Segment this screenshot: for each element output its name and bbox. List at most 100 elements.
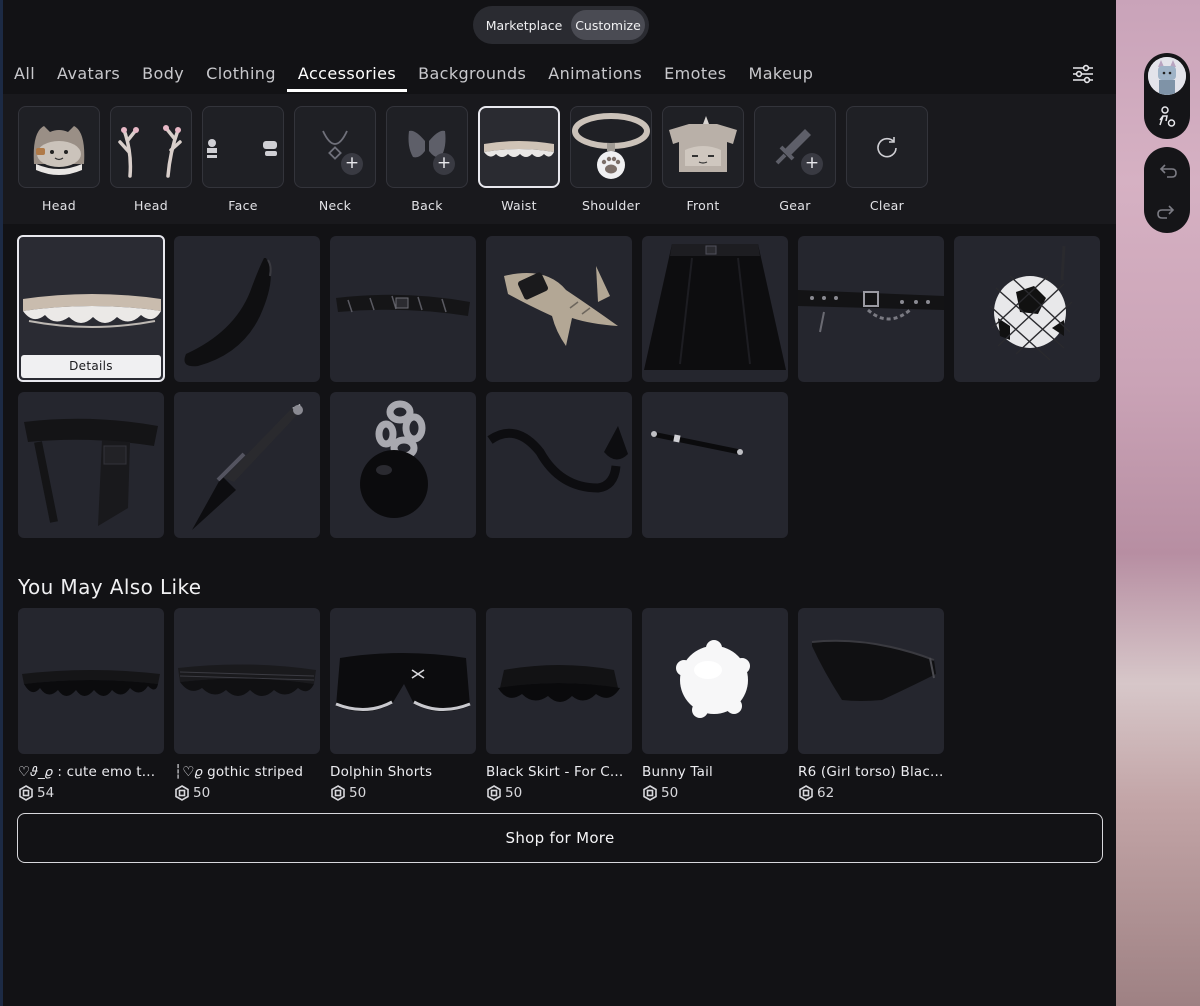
item-thumbnail [174, 608, 320, 754]
tab-body[interactable]: Body [131, 60, 195, 92]
item-thumbnail [642, 608, 788, 754]
price-value: 50 [505, 785, 523, 801]
ruffle-skirt-icon [484, 141, 554, 157]
inventory-item[interactable] [798, 236, 944, 382]
slot-label: Front [686, 198, 720, 213]
recommended-item[interactable]: Bunny Tail 50 [642, 608, 788, 801]
item-thumbnail [487, 426, 628, 493]
recommended-item[interactable]: ┆♡𝜚 gothic striped 50 [174, 608, 320, 801]
add-icon: + [801, 153, 823, 175]
tab-animations[interactable]: Animations [537, 60, 653, 92]
undo-icon[interactable] [1157, 161, 1177, 179]
recommended-item[interactable]: ♡𝜗_𝜚 : cute emo t... 54 [18, 608, 164, 801]
avatar-settings-icon[interactable] [1157, 105, 1177, 129]
tab-all[interactable]: All [14, 60, 46, 92]
section-title-you-may-also-like: You May Also Like [18, 575, 202, 599]
tab-clothing[interactable]: Clothing [195, 60, 287, 92]
price-value: 62 [817, 785, 835, 801]
price-value: 50 [193, 785, 211, 801]
slot-gear[interactable]: + Gear [754, 106, 836, 213]
item-thumbnail [360, 400, 428, 518]
slot-waist[interactable]: Waist [478, 106, 560, 213]
item-thumbnail [336, 294, 470, 316]
antlers-icon [118, 125, 182, 178]
tab-backgrounds[interactable]: Backgrounds [407, 60, 537, 92]
inventory-item[interactable] [954, 236, 1100, 382]
inventory-item[interactable] [330, 392, 476, 538]
item-thumbnail [651, 431, 743, 455]
slot-label: Back [411, 198, 443, 213]
recommended-item[interactable]: Black Skirt - For C... 50 [486, 608, 632, 801]
cat-shirt-icon [669, 116, 737, 172]
add-icon: + [433, 153, 455, 175]
slot-label: Waist [501, 198, 537, 213]
sliders-icon [1073, 64, 1093, 84]
item-price: 54 [18, 785, 164, 801]
slot-label: Face [228, 198, 258, 213]
inventory-item[interactable] [330, 236, 476, 382]
marketplace-button[interactable]: Marketplace [477, 10, 571, 40]
tab-accessories[interactable]: Accessories [286, 60, 408, 92]
item-name: Bunny Tail [642, 764, 713, 780]
robux-icon [175, 785, 189, 801]
clear-button[interactable]: Clear [846, 106, 928, 213]
slot-label: Head [42, 198, 76, 213]
paw-collar-icon [572, 113, 650, 179]
robux-icon [19, 785, 33, 801]
history-controls [1144, 147, 1190, 233]
mode-toggle: Marketplace Customize [473, 6, 649, 44]
inventory-item[interactable] [174, 392, 320, 538]
item-price: 50 [642, 785, 788, 801]
item-thumbnail [18, 608, 164, 754]
inventory-item[interactable] [18, 392, 164, 538]
add-icon: + [341, 153, 363, 175]
slot-head-1[interactable]: Head [18, 106, 100, 213]
item-thumbnail [24, 418, 158, 526]
item-name: ┆♡𝜚 gothic striped [174, 764, 304, 780]
avatar[interactable] [1148, 57, 1186, 95]
tab-makeup[interactable]: Makeup [738, 60, 825, 92]
tab-avatars[interactable]: Avatars [46, 60, 131, 92]
slot-label: Clear [869, 198, 905, 213]
slot-face[interactable]: Face [202, 106, 284, 213]
item-thumbnail [989, 245, 1073, 361]
avatar-controls [1144, 53, 1190, 139]
slot-label: Head [134, 198, 168, 213]
inventory-item[interactable] [642, 236, 788, 382]
slot-head-2[interactable]: Head [110, 106, 192, 213]
filter-button[interactable] [1068, 60, 1098, 88]
item-price: 50 [174, 785, 320, 801]
price-value: 54 [37, 785, 55, 801]
item-name: Dolphin Shorts [330, 764, 433, 780]
item-name: R6 (Girl torso) Blac... [798, 764, 944, 780]
inventory-item[interactable] [486, 392, 632, 538]
slot-front[interactable]: Front [662, 106, 744, 213]
robux-icon [799, 785, 813, 801]
inventory-item[interactable] [174, 236, 320, 382]
details-button[interactable]: Details [21, 355, 161, 378]
inventory-item-ruffle-skirt[interactable]: Details [17, 235, 165, 382]
face-accessory-icon [207, 139, 277, 158]
recommended-item[interactable]: R6 (Girl torso) Blac... 62 [798, 608, 944, 801]
reset-icon [877, 137, 897, 158]
inventory-item[interactable] [642, 392, 788, 538]
recommended-item[interactable]: Dolphin Shorts 50 [330, 608, 476, 801]
slot-shoulder[interactable]: Shoulder [570, 106, 652, 213]
item-thumbnail [184, 258, 272, 367]
inventory-item[interactable] [486, 236, 632, 382]
item-thumbnail [330, 608, 476, 754]
slot-neck[interactable]: + Neck [294, 106, 376, 213]
item-thumbnail [798, 290, 944, 333]
redo-icon[interactable] [1157, 202, 1177, 220]
robux-icon [643, 785, 657, 801]
tab-emotes[interactable]: Emotes [653, 60, 737, 92]
price-value: 50 [349, 785, 367, 801]
customize-button[interactable]: Customize [571, 10, 645, 40]
shop-for-more-button[interactable]: Shop for More [17, 813, 1103, 863]
slot-label: Neck [318, 198, 352, 213]
item-price: 50 [330, 785, 476, 801]
slot-back[interactable]: + Back [386, 106, 468, 213]
item-thumbnail [644, 244, 786, 370]
cat-hat-icon [33, 126, 85, 175]
robux-icon [487, 785, 501, 801]
